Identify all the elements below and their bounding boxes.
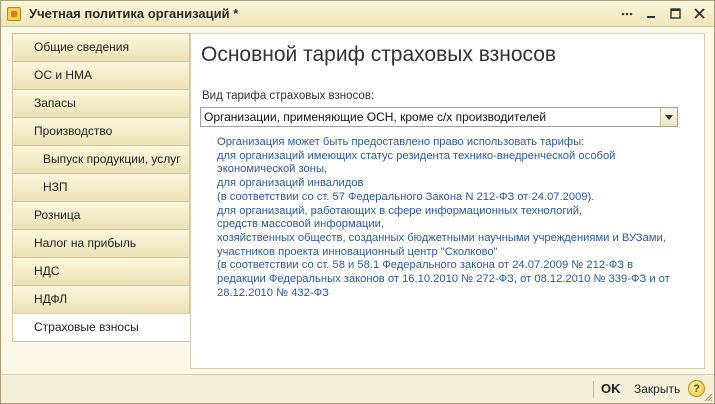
nav-item-pit[interactable]: НДФЛ bbox=[12, 285, 190, 313]
nav-item-output[interactable]: Выпуск продукции, услуг bbox=[12, 145, 190, 173]
info-line: для организаций имеющих статус резидента… bbox=[217, 149, 616, 162]
window-controls bbox=[616, 4, 710, 23]
info-line: для организаций, работающих в сфере инфо… bbox=[217, 204, 583, 217]
nav-item-production[interactable]: Производство bbox=[12, 117, 190, 145]
window-title: Учетная политика организаций * bbox=[29, 6, 239, 21]
nav-item-vat[interactable]: НДС bbox=[12, 257, 190, 285]
nav-divider bbox=[12, 341, 190, 342]
menu-dots-icon[interactable] bbox=[616, 4, 638, 23]
content-panel: Основной тариф страховых взносов Вид тар… bbox=[190, 33, 705, 369]
nav-item-wip[interactable]: НЗП bbox=[12, 173, 190, 201]
tariff-select[interactable]: Организации, применяющие ОСН, кроме с/х … bbox=[200, 107, 678, 127]
divider bbox=[593, 381, 594, 398]
app-icon bbox=[7, 7, 21, 21]
info-line: средств массовой информации, bbox=[217, 218, 384, 231]
minimize-icon[interactable] bbox=[640, 4, 662, 23]
tariff-info-text: Организация может быть предоставлено пра… bbox=[217, 136, 687, 300]
title-bar[interactable]: Учетная политика организаций * bbox=[1, 1, 714, 27]
command-bar: OK Закрыть ? bbox=[1, 374, 714, 403]
nav-item-profit-tax[interactable]: Налог на прибыль bbox=[12, 229, 190, 257]
info-line: (в соответствии со ст. 57 Федерального З… bbox=[217, 190, 595, 203]
info-line: 28.12.2010 № 432-ФЗ bbox=[217, 286, 329, 299]
nav-item-general[interactable]: Общие сведения bbox=[12, 33, 190, 61]
tariff-label: Вид тарифа страховых взносов: bbox=[202, 90, 375, 102]
nav-item-insurance[interactable]: Страховые взносы bbox=[12, 313, 191, 341]
sections-nav: Общие сведения ОС и НМА Запасы Производс… bbox=[12, 33, 191, 369]
nav-item-retail[interactable]: Розница bbox=[12, 201, 190, 229]
resize-grip-icon[interactable] bbox=[703, 392, 713, 402]
tariff-select-value: Организации, применяющие ОСН, кроме с/х … bbox=[204, 110, 547, 124]
dialog-window: Учетная политика организаций * Общие све… bbox=[0, 0, 715, 404]
nav-item-inventory[interactable]: Запасы bbox=[12, 89, 190, 117]
info-line: для организаций инвалидов bbox=[217, 177, 364, 190]
info-line: хозяйственных обществ, созданных бюджетн… bbox=[217, 231, 666, 244]
info-line: Организация может быть предоставлено пра… bbox=[217, 136, 585, 148]
maximize-icon[interactable] bbox=[664, 4, 686, 23]
info-line: экономической зоны, bbox=[217, 163, 328, 176]
page-title: Основной тариф страховых взносов bbox=[201, 43, 557, 66]
info-line: редакции Федеральных законов от 16.10.20… bbox=[217, 273, 670, 286]
close-button[interactable]: Закрыть bbox=[634, 382, 680, 396]
close-icon[interactable] bbox=[688, 4, 710, 23]
info-line: (в соответствии со ст. 58 и 58.1 Федерал… bbox=[217, 259, 634, 272]
chevron-down-icon[interactable] bbox=[660, 108, 677, 126]
ok-button[interactable]: OK bbox=[601, 381, 621, 396]
info-line: участников проекта инновационный центр "… bbox=[217, 245, 498, 258]
nav-item-fixed-assets[interactable]: ОС и НМА bbox=[12, 61, 190, 89]
